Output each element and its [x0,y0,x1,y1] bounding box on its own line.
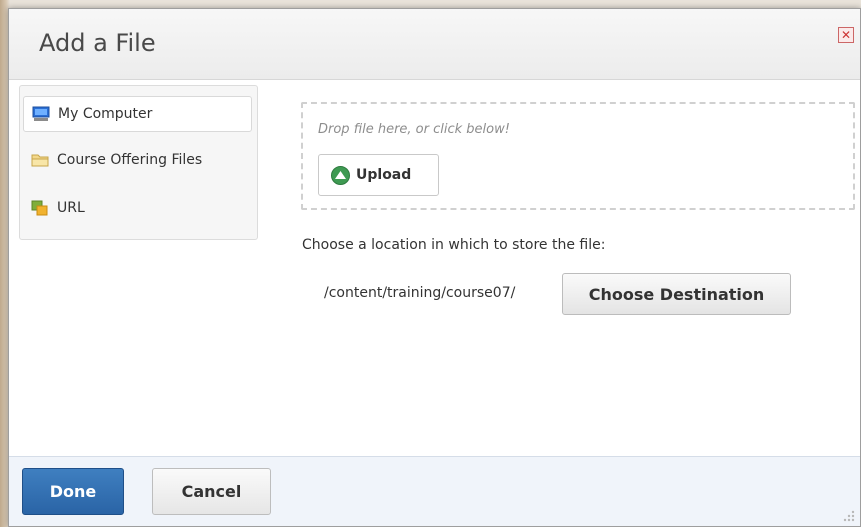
upload-label: Upload [356,167,412,183]
close-icon: ✕ [840,28,852,42]
source-sidebar: My Computer Course Offering Files URL [19,85,258,240]
destination-path: /content/training/course07/ [324,285,516,301]
drop-hint: Drop file here, or click below! [318,122,510,137]
sidebar-item-my-computer[interactable]: My Computer [23,96,252,132]
close-button[interactable]: ✕ [838,27,854,43]
upload-button[interactable]: Upload [318,154,439,196]
sidebar-item-label: Course Offering Files [57,152,203,168]
file-drop-zone[interactable]: Drop file here, or click below! Upload [301,102,855,210]
sidebar-item-label: My Computer [58,106,153,122]
sidebar-item-label: URL [57,200,85,216]
url-icon [31,200,49,216]
sidebar-item-course-offering-files[interactable]: Course Offering Files [23,142,252,178]
dialog-footer: Done Cancel [9,456,860,526]
cancel-button[interactable]: Cancel [152,468,271,515]
destination-prompt: Choose a location in which to store the … [302,237,606,253]
add-file-dialog: Add a File ✕ My Computer Course Offering… [8,8,861,527]
dialog-title: Add a File [39,29,156,57]
folder-icon [31,152,49,168]
upload-icon [331,165,350,185]
done-button[interactable]: Done [22,468,124,515]
computer-icon [32,106,50,122]
sidebar-item-url[interactable]: URL [23,190,252,226]
resize-grip-icon[interactable] [842,508,856,522]
choose-destination-button[interactable]: Choose Destination [562,273,791,315]
dialog-header: Add a File ✕ [9,9,860,80]
